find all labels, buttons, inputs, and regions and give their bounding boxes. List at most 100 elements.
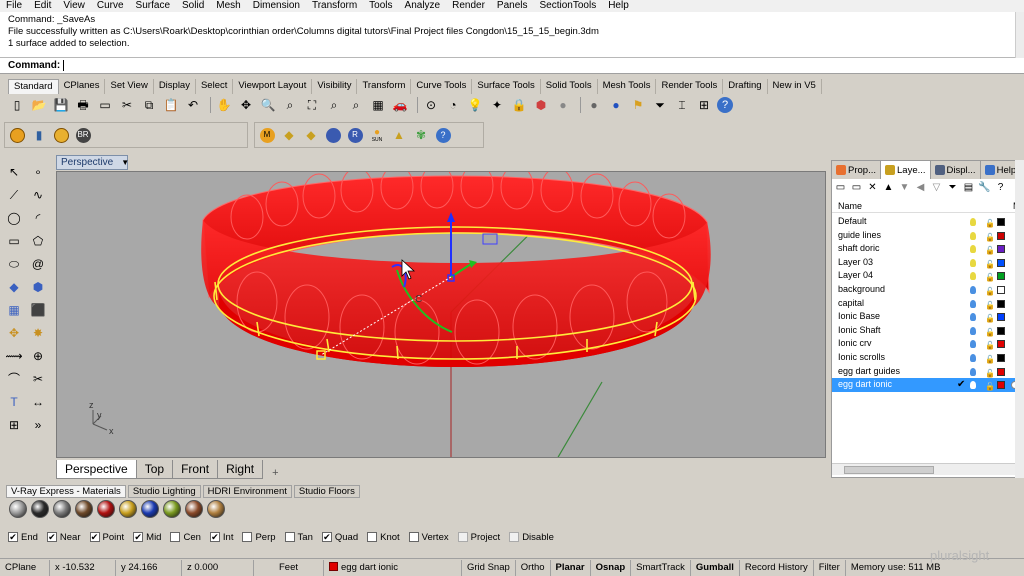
bottle-icon[interactable]: ▮ xyxy=(30,126,48,144)
car-icon[interactable]: 🚗 xyxy=(391,96,409,114)
tab-standard[interactable]: Standard xyxy=(8,79,59,94)
material-tab[interactable]: V-Ray Express - Materials xyxy=(6,485,126,498)
tab-curve-tools[interactable]: Curve Tools xyxy=(411,79,473,94)
wireframe-sphere-icon[interactable]: ● xyxy=(554,96,572,114)
filter-icon[interactable]: ⏷ xyxy=(651,96,669,114)
vray-tag-icon[interactable]: ◆ xyxy=(302,126,320,144)
move-parent-down-icon[interactable]: ▽ xyxy=(930,182,943,195)
osnap-checkbox[interactable]: ✔ xyxy=(321,532,332,542)
offset-icon[interactable]: ⟿ xyxy=(4,346,24,366)
tab-surface-tools[interactable]: Surface Tools xyxy=(472,79,541,94)
visibility-bulb-icon[interactable] xyxy=(970,381,976,390)
lock-icon[interactable]: 🔒 xyxy=(510,96,528,114)
vray-material-icon[interactable]: M xyxy=(258,126,276,144)
osnap-disable[interactable]: Disable xyxy=(509,532,554,543)
layer-color-swatch[interactable] xyxy=(997,299,1005,308)
layer-row[interactable]: shaft doric 🔓 xyxy=(832,242,1024,256)
move-parent-icon[interactable]: ◀ xyxy=(914,182,927,195)
grid-snap-toggle[interactable]: Grid Snap xyxy=(462,559,516,576)
osnap-tan[interactable]: Tan xyxy=(284,532,313,543)
material-swatch[interactable] xyxy=(185,500,203,518)
visibility-bulb-icon[interactable] xyxy=(970,231,976,240)
layer-row[interactable]: Ionic scrolls 🔓 xyxy=(832,351,1024,365)
layer-color-swatch[interactable] xyxy=(997,381,1005,390)
material-swatch[interactable] xyxy=(207,500,225,518)
viewport-title[interactable]: Perspective ▼ xyxy=(56,155,129,170)
menu-analyze[interactable]: Analyze xyxy=(405,0,441,12)
tab-front[interactable]: Front xyxy=(172,460,219,479)
tab-new-in-v5[interactable]: New in V5 xyxy=(768,79,822,94)
menu-transform[interactable]: Transform xyxy=(312,0,357,12)
menu-solid[interactable]: Solid xyxy=(182,0,204,12)
ellipse-icon[interactable]: ⬭ xyxy=(4,254,24,274)
material-swatch[interactable] xyxy=(75,500,93,518)
new-icon[interactable]: ▯ xyxy=(8,96,26,114)
layer-row[interactable]: background 🔓 xyxy=(832,283,1024,297)
menu-dimension[interactable]: Dimension xyxy=(253,0,300,12)
paste-icon[interactable]: 📋 xyxy=(162,96,180,114)
shaded-sphere-icon[interactable]: ● xyxy=(585,96,603,114)
tab-select[interactable]: Select xyxy=(196,79,234,94)
layer-color-swatch[interactable] xyxy=(997,326,1005,335)
tab-properties[interactable]: Prop... xyxy=(832,161,881,179)
osnap-near[interactable]: ✔ Near xyxy=(46,532,81,543)
tab-perspective[interactable]: Perspective xyxy=(56,460,137,479)
new-layer-icon[interactable]: ▭ xyxy=(834,182,847,195)
current-layer[interactable]: egg dart ionic xyxy=(324,559,462,576)
solid-icon[interactable]: ⬢ xyxy=(28,277,48,297)
visibility-bulb-icon[interactable] xyxy=(970,218,976,226)
gumball-toggle[interactable]: Gumball xyxy=(691,559,740,576)
light-icon[interactable]: ✦ xyxy=(488,96,506,114)
chevron-down-icon[interactable]: ▼ xyxy=(121,158,129,167)
menu-surface[interactable]: Surface xyxy=(136,0,170,12)
snap-icon[interactable]: ⌶ xyxy=(673,96,691,114)
select-arrow-icon[interactable]: ↖ xyxy=(4,162,24,182)
material-swatch[interactable] xyxy=(97,500,115,518)
osnap-checkbox[interactable] xyxy=(509,532,520,542)
layout-icon[interactable]: ⊞ xyxy=(695,96,713,114)
visibility-bulb-icon[interactable] xyxy=(970,326,976,335)
layer-row[interactable]: capital 🔓 xyxy=(832,297,1024,311)
rotate-view-icon[interactable]: ✥ xyxy=(237,96,255,114)
tab-cplanes[interactable]: CPlanes xyxy=(59,79,106,94)
layer-color-swatch[interactable] xyxy=(997,285,1005,294)
extrude-icon[interactable]: ⬛ xyxy=(28,300,48,320)
vray-options-icon[interactable]: ◆ xyxy=(280,126,298,144)
tab-layers[interactable]: Laye... xyxy=(881,161,931,179)
tab-drafting[interactable]: Drafting xyxy=(723,79,768,94)
osnap-quad[interactable]: ✔ Quad xyxy=(321,532,358,543)
layer-color-swatch[interactable] xyxy=(997,272,1005,281)
visibility-bulb-icon[interactable] xyxy=(970,340,976,349)
dimension-icon[interactable]: ↔ xyxy=(28,392,48,412)
osnap-mid[interactable]: ✔ Mid xyxy=(133,532,161,543)
rendered-sphere-icon[interactable]: ● xyxy=(607,96,625,114)
visibility-bulb-icon[interactable] xyxy=(970,313,976,322)
layer-tools-icon[interactable]: 🔧 xyxy=(978,182,991,195)
osnap-checkbox[interactable] xyxy=(284,532,295,542)
rectangle-icon[interactable]: ▭ xyxy=(4,231,24,251)
zoom-window-icon[interactable]: ⌕ xyxy=(281,96,299,114)
osnap-checkbox[interactable]: ✔ xyxy=(209,532,220,542)
menu-mesh[interactable]: Mesh xyxy=(216,0,240,12)
trim-icon[interactable]: ✂ xyxy=(28,369,48,389)
ortho-toggle[interactable]: Ortho xyxy=(516,559,551,576)
save-icon[interactable]: 💾 xyxy=(52,96,70,114)
material-m-icon[interactable] xyxy=(52,126,70,144)
layer-row[interactable]: Default 🔓 xyxy=(832,215,1024,229)
osnap-project[interactable]: Project xyxy=(457,532,500,543)
command-line[interactable]: Command: xyxy=(0,58,1024,74)
layer-color-swatch[interactable] xyxy=(997,340,1005,349)
layer-row[interactable]: egg dart ionic ✔ 🔓 xyxy=(832,378,1024,392)
mesh-icon[interactable]: ▦ xyxy=(4,300,24,320)
move-down-icon[interactable]: ▼ xyxy=(898,182,911,195)
print-icon[interactable]: 🖶 xyxy=(74,96,92,114)
zoom-dynamic-icon[interactable]: ⌕ xyxy=(347,96,365,114)
menu-render[interactable]: Render xyxy=(452,0,485,12)
circle-icon[interactable]: ◯ xyxy=(4,208,24,228)
undo-icon[interactable]: ↶ xyxy=(184,96,202,114)
grid-icon[interactable]: ▦ xyxy=(369,96,387,114)
br-icon[interactable]: BR xyxy=(74,126,92,144)
fillet-icon[interactable]: ⌒ xyxy=(4,369,24,389)
copy-icon[interactable]: ⧉ xyxy=(140,96,158,114)
join-icon[interactable]: ⊕ xyxy=(28,346,48,366)
